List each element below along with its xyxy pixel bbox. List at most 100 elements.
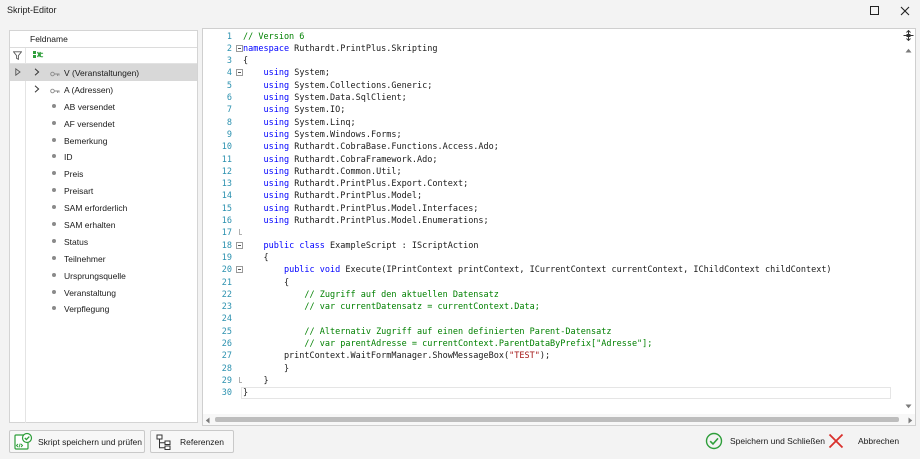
field-dot-icon: [52, 188, 56, 193]
field-dot-icon: [52, 171, 56, 176]
field-list-item[interactable]: Preisart: [10, 182, 197, 199]
field-list-item[interactable]: AF versendet: [10, 115, 197, 132]
fold-collapse-icon[interactable]: [236, 69, 243, 77]
field-list-item[interactable]: SAM erhalten: [10, 216, 197, 233]
code-text: // var parentAdresse = currentContext.Pa…: [243, 338, 652, 350]
field-list-item[interactable]: Veranstaltung: [10, 284, 197, 301]
vertical-scrollbar[interactable]: [903, 29, 915, 414]
code-line[interactable]: 1 // Version 6: [203, 31, 893, 43]
code-token: using: [263, 105, 290, 116]
code-line[interactable]: 12 using Ruthardt.Common.Util;: [203, 166, 893, 178]
code-line[interactable]: 18 public class ExampleScript : IScriptA…: [203, 240, 893, 252]
code-line[interactable]: 14 using Ruthardt.PrintPlus.Model;: [203, 190, 893, 202]
code-line[interactable]: 11 using Ruthardt.CobraFramework.Ado;: [203, 154, 893, 166]
code-line[interactable]: 25 // Alternativ Zugriff auf einen defin…: [203, 326, 893, 338]
code-line[interactable]: 2 namespace Ruthardt.PrintPlus.Skripting: [203, 43, 893, 55]
code-text: }: [243, 375, 268, 387]
field-list-item[interactable]: Preis: [10, 165, 197, 182]
code-line[interactable]: 16 using Ruthardt.PrintPlus.Model.Enumer…: [203, 215, 893, 227]
maximize-icon[interactable]: [860, 0, 890, 22]
field-list-item[interactable]: V (Veranstaltungen): [10, 64, 197, 81]
save-and-test-label: Skript speichern und prüfen: [38, 437, 142, 447]
code-token: Ruthardt.CobraFramework.Ado;: [289, 154, 438, 165]
code-text: using System;: [243, 67, 330, 79]
script-check-icon: [13, 432, 33, 454]
code-token: using: [263, 80, 290, 91]
horizontal-scroll-thumb[interactable]: [215, 417, 899, 422]
code-line[interactable]: 17: [203, 227, 893, 239]
scroll-right-arrow-icon[interactable]: [908, 416, 913, 426]
fold-collapse-icon[interactable]: [236, 241, 243, 249]
code-line[interactable]: 15 using Ruthardt.PrintPlus.Model.Interf…: [203, 203, 893, 215]
code-line[interactable]: 20 public void Execute(IPrintContext pri…: [203, 264, 893, 276]
references-button[interactable]: Referenzen: [150, 430, 234, 453]
code-line[interactable]: 23 // var currentDatensatz = currentCont…: [203, 301, 893, 313]
code-line[interactable]: 21 {: [203, 277, 893, 289]
field-list-item[interactable]: Ursprungsquelle: [10, 267, 197, 284]
field-dot-icon: [52, 137, 56, 142]
code-token: using: [263, 191, 290, 202]
code-line[interactable]: 3{: [203, 55, 893, 67]
code-line[interactable]: 13 using Ruthardt.PrintPlus.Export.Conte…: [203, 178, 893, 190]
code-line[interactable]: 5 using System.Collections.Generic;: [203, 80, 893, 92]
code-line[interactable]: 6 using System.Data.SqlClient;: [203, 92, 893, 104]
code-area[interactable]: 1 // Version 6 2 namespace Ruthardt.PrintPl…: [203, 29, 903, 409]
field-list-item[interactable]: Status: [10, 233, 197, 250]
field-column-header[interactable]: Feldname: [10, 31, 197, 48]
code-line[interactable]: 8 using System.Linq;: [203, 117, 893, 129]
line-number: 7: [226, 105, 232, 116]
scroll-up-arrow-icon[interactable]: [905, 45, 912, 55]
code-line[interactable]: 30}: [203, 387, 893, 400]
line-number: 23: [221, 302, 232, 313]
code-token: {: [243, 252, 269, 263]
field-list-item[interactable]: Bemerkung: [10, 132, 197, 149]
code-line[interactable]: 19 {: [203, 252, 893, 264]
code-line[interactable]: 10 using Ruthardt.CobraBase.Functions.Ac…: [203, 141, 893, 153]
field-list-item[interactable]: Teilnehmer: [10, 250, 197, 267]
line-number: 13: [221, 179, 232, 190]
expand-chevron-icon[interactable]: [34, 85, 40, 95]
field-list-item[interactable]: SAM erforderlich: [10, 199, 197, 216]
code-token: using: [263, 129, 290, 140]
fold-collapse-icon[interactable]: [236, 44, 243, 52]
field-list-item[interactable]: ID: [10, 148, 197, 165]
filter-cell-icon[interactable]: [33, 50, 45, 62]
scroll-down-arrow-icon[interactable]: [905, 401, 912, 411]
code-line[interactable]: 29 }: [203, 375, 893, 387]
field-list-item[interactable]: Verpflegung: [10, 300, 197, 317]
filter-icon[interactable]: [12, 51, 23, 62]
code-line[interactable]: 27 printContext.WaitFormManager.ShowMess…: [203, 350, 893, 362]
code-token: }: [243, 388, 249, 399]
line-number: 4: [226, 68, 232, 79]
code-token: using: [263, 216, 290, 226]
expand-chevron-icon[interactable]: [34, 68, 40, 78]
cancel-button[interactable]: Abbrechen: [826, 430, 899, 453]
code-line[interactable]: 24: [203, 313, 893, 325]
filter-row[interactable]: [10, 48, 197, 64]
code-line[interactable]: 4 using System;: [203, 67, 893, 79]
code-line[interactable]: 26 // var parentAdresse = currentContext…: [203, 338, 893, 350]
code-editor[interactable]: 1 // Version 6 2 namespace Ruthardt.PrintPl…: [202, 28, 916, 426]
code-line[interactable]: 22 // Zugriff auf den aktuellen Datensat…: [203, 289, 893, 301]
code-text: using Ruthardt.CobraBase.Functions.Acces…: [243, 141, 498, 153]
field-list-item[interactable]: AB versendet: [10, 98, 197, 115]
close-icon[interactable]: [890, 0, 920, 22]
code-token: Ruthardt.PrintPlus.Model;: [289, 191, 423, 202]
code-token: // Alternativ Zugriff auf einen definier…: [304, 326, 612, 337]
horizontal-scrollbar[interactable]: [203, 414, 915, 425]
code-line[interactable]: 9 using System.Windows.Forms;: [203, 129, 893, 141]
scroll-left-arrow-icon[interactable]: [205, 416, 210, 426]
line-number: 5: [226, 80, 232, 91]
code-line[interactable]: 7 using System.IO;: [203, 104, 893, 116]
code-line[interactable]: 28 }: [203, 363, 893, 375]
line-number: 16: [221, 216, 232, 226]
save-and-test-button[interactable]: Skript speichern und prüfen: [9, 430, 145, 453]
field-panel: Feldname V (Veranstaltungen) A (Adressen)…: [9, 30, 198, 423]
field-list-item[interactable]: A (Adressen): [10, 81, 197, 98]
fold-collapse-icon[interactable]: [236, 266, 243, 274]
code-token: {: [243, 277, 290, 288]
save-and-close-button[interactable]: Speichern und Schließen: [704, 430, 825, 453]
